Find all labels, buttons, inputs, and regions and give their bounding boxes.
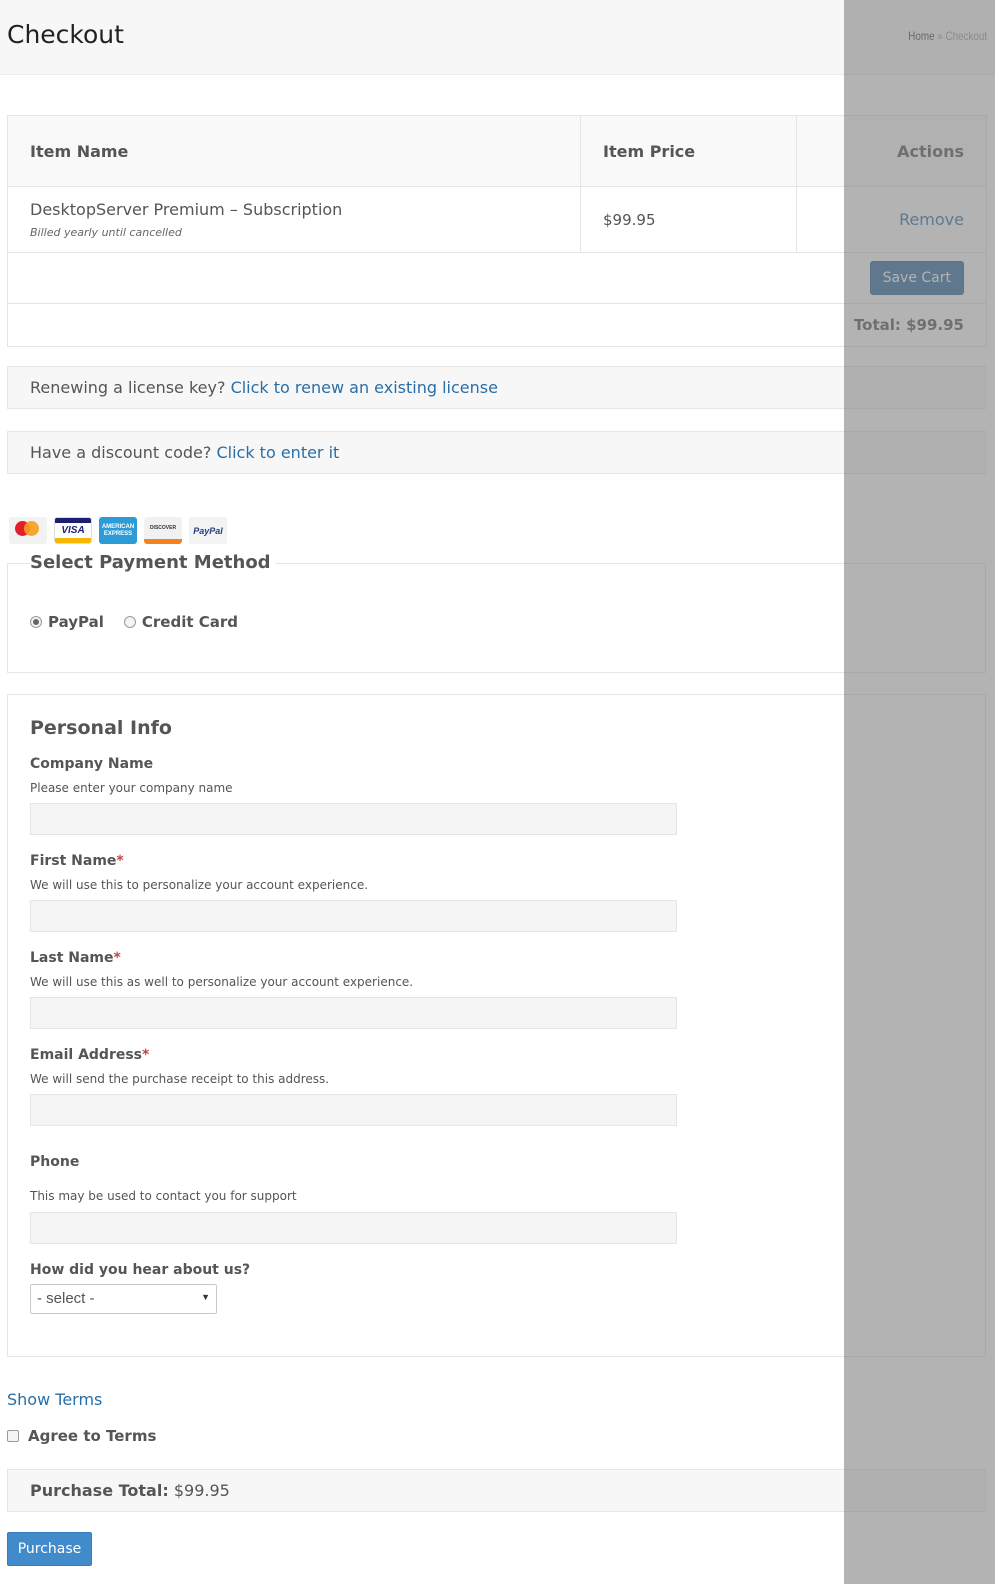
phone-help: This may be used to contact you for supp… xyxy=(30,1189,297,1203)
company-name-label: Company Name xyxy=(30,756,154,772)
company-name-help: Please enter your company name xyxy=(30,781,233,795)
item-price: $99.95 xyxy=(580,186,797,253)
discount-bar: Have a discount code? Click to enter it xyxy=(7,431,986,474)
renew-license-link[interactable]: Click to renew an existing license xyxy=(231,378,498,397)
payment-method-panel: Select Payment Method PayPal Credit Card xyxy=(7,552,986,673)
renew-license-bar: Renewing a license key? Click to renew a… xyxy=(7,366,986,409)
purchase-total-label: Purchase Total: xyxy=(30,1481,169,1500)
payment-method-title: Select Payment Method xyxy=(30,552,275,573)
chevron-down-icon: ▼ xyxy=(201,1292,210,1302)
discount-link[interactable]: Click to enter it xyxy=(216,443,339,462)
last-name-label: Last Name* xyxy=(30,950,121,966)
personal-info-panel: Personal Info Company Name Please enter … xyxy=(7,694,986,1357)
personal-info-title: Personal Info xyxy=(30,717,172,739)
purchase-total-amount: $99.95 xyxy=(173,1481,230,1500)
email-field[interactable] xyxy=(30,1094,677,1126)
email-help: We will send the purchase receipt to thi… xyxy=(30,1072,330,1086)
mastercard-icon xyxy=(9,517,47,544)
breadcrumb-home-link[interactable]: Home xyxy=(908,29,934,43)
page-title: Checkout xyxy=(7,20,124,49)
column-header-item-price: Item Price xyxy=(580,115,797,187)
agree-terms-checkbox[interactable] xyxy=(7,1430,19,1442)
visa-icon: VISA xyxy=(54,517,92,544)
agree-terms: Agree to Terms xyxy=(7,1427,156,1445)
discover-icon: DISCOVER xyxy=(144,517,182,544)
accepted-cards: VISA AMERICAN EXPRESS DISCOVER PayPal xyxy=(9,517,227,544)
referral-label: How did you hear about us? xyxy=(30,1262,251,1278)
purchase-total-bar: Purchase Total: $99.95 xyxy=(7,1469,986,1512)
email-label: Email Address* xyxy=(30,1047,150,1063)
company-name-field[interactable] xyxy=(30,803,677,835)
first-name-field[interactable] xyxy=(30,900,677,932)
column-header-item-name: Item Name xyxy=(7,115,581,187)
column-header-actions: Actions xyxy=(796,115,987,187)
referral-select[interactable]: - select - ▼ xyxy=(30,1284,217,1314)
discount-prompt: Have a discount code? xyxy=(30,443,212,462)
last-name-field[interactable] xyxy=(30,997,677,1029)
breadcrumb-separator: » xyxy=(937,29,943,43)
first-name-help: We will use this to personalize your acc… xyxy=(30,878,369,892)
save-cart-button[interactable]: Save Cart xyxy=(869,261,964,295)
cart-header-row: Item Name Item Price Actions xyxy=(7,115,987,187)
cart-total: Total: $99.95 xyxy=(7,303,987,347)
item-name: DesktopServer Premium – Subscription xyxy=(30,200,343,219)
save-cart-row: Save Cart xyxy=(7,252,987,304)
breadcrumb-current: Checkout xyxy=(945,29,987,43)
remove-item-link[interactable]: Remove xyxy=(819,210,964,229)
purchase-button[interactable]: Purchase xyxy=(7,1532,92,1566)
paypal-option-label[interactable]: PayPal xyxy=(48,613,104,631)
referral-select-value: - select - xyxy=(37,1290,95,1307)
item-billing-note: Billed yearly until cancelled xyxy=(30,226,182,239)
credit-card-radio[interactable] xyxy=(123,616,136,628)
agree-terms-label[interactable]: Agree to Terms xyxy=(28,1427,156,1445)
show-terms-link[interactable]: Show Terms xyxy=(7,1390,102,1409)
phone-label: Phone xyxy=(30,1154,80,1170)
amex-icon: AMERICAN EXPRESS xyxy=(99,517,137,544)
phone-field[interactable] xyxy=(30,1212,677,1244)
cart-total-row: Total: $99.95 xyxy=(7,303,987,347)
paypal-icon: PayPal xyxy=(189,517,227,544)
renew-prompt: Renewing a license key? xyxy=(30,378,226,397)
paypal-radio[interactable] xyxy=(30,616,42,628)
credit-card-option-label[interactable]: Credit Card xyxy=(142,613,238,631)
item-name-cell: DesktopServer Premium – Subscription Bil… xyxy=(7,186,581,253)
page-header: Checkout Home » Checkout xyxy=(0,0,995,75)
payment-options: PayPal Credit Card xyxy=(30,613,252,631)
cart-table: Item Name Item Price Actions DesktopServ… xyxy=(7,115,987,347)
last-name-help: We will use this as well to personalize … xyxy=(30,975,414,989)
breadcrumb: Home » Checkout xyxy=(908,29,987,43)
first-name-label: First Name* xyxy=(30,853,124,869)
item-actions-cell: Remove xyxy=(796,186,987,253)
table-row: DesktopServer Premium – Subscription Bil… xyxy=(7,186,987,253)
